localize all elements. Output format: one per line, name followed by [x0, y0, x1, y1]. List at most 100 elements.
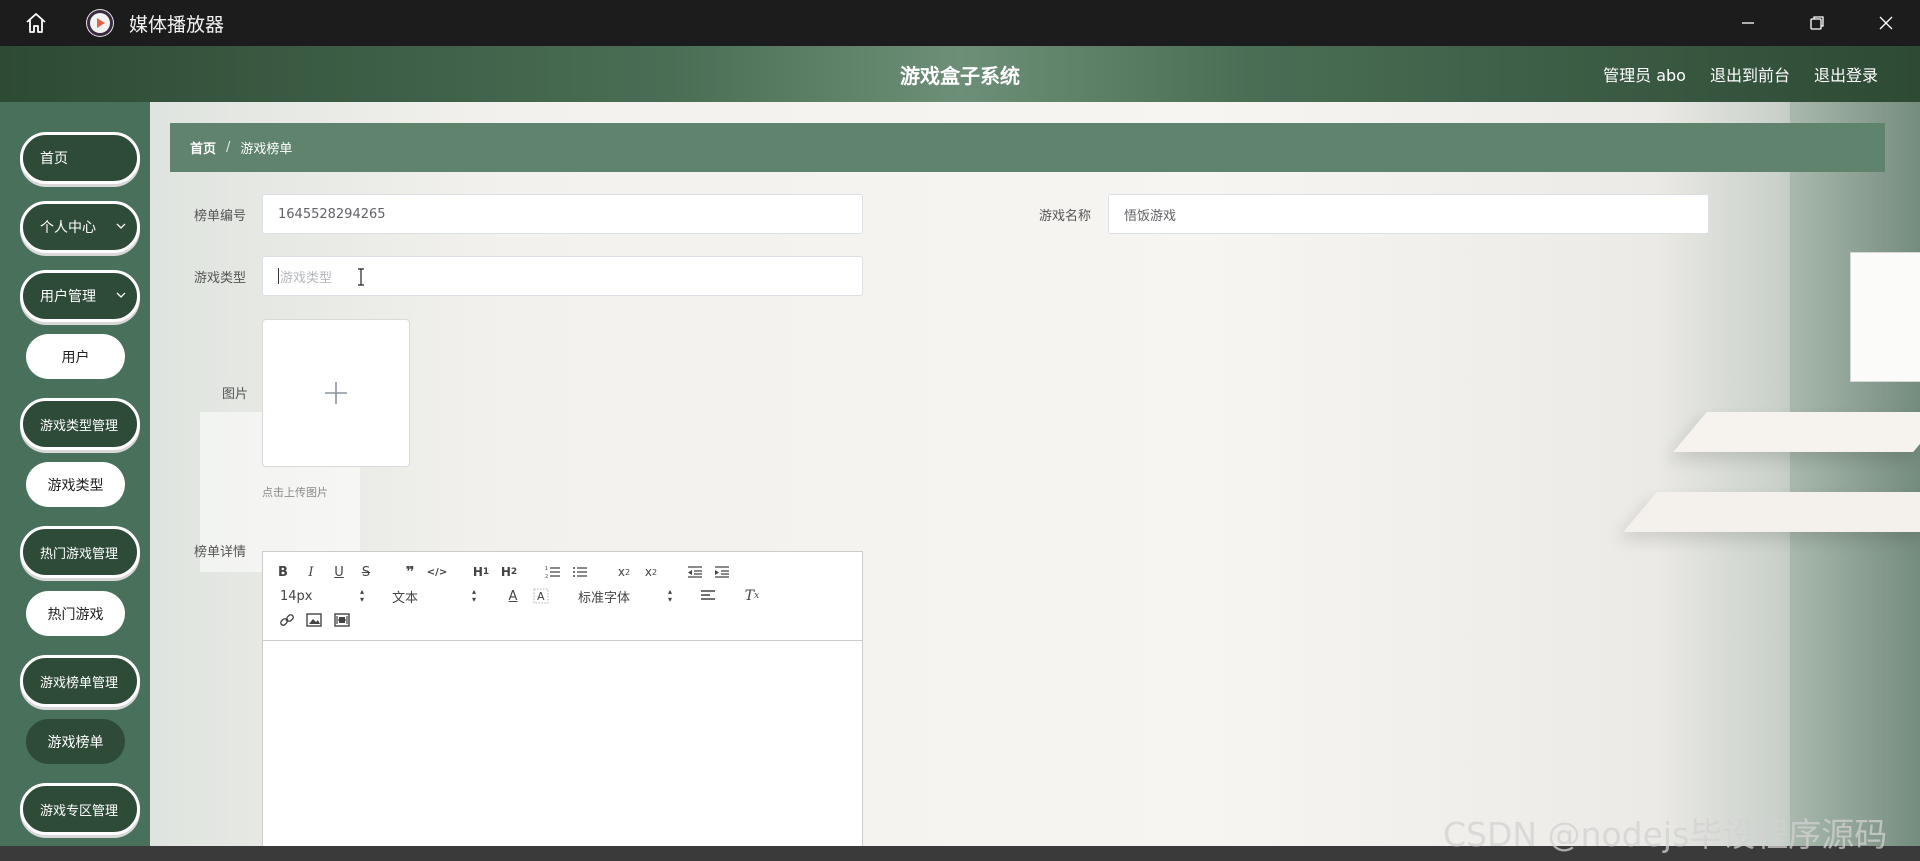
game-type-label: 游戏类型 — [194, 271, 247, 286]
rich-text-editor: B I U S ❞ </> H1 H2 12 x2 x2 14px ▴ ▾ 文本… — [262, 551, 863, 846]
clear-format-button[interactable]: Tx — [742, 586, 762, 606]
font-color-button[interactable]: A — [503, 586, 523, 606]
watermark: CSDN @nodejs毕设程序源码 — [1443, 815, 1888, 854]
home-icon[interactable] — [18, 0, 54, 46]
sidebar-subitem-label: 用户 — [61, 349, 90, 366]
image-label: 图片 — [222, 387, 249, 402]
align-icon[interactable] — [698, 586, 718, 606]
background-decoration — [1790, 102, 1920, 846]
window-titlebar: 媒体播放器 — [0, 0, 1920, 46]
link-icon[interactable] — [277, 610, 297, 630]
breadcrumb-separator: / — [226, 140, 231, 155]
breadcrumb-current: 游戏榜单 — [240, 142, 293, 157]
bold-button[interactable]: B — [273, 562, 293, 582]
text-caret — [278, 268, 279, 284]
h2-button[interactable]: H2 — [499, 562, 519, 582]
font-family-select[interactable]: 标准字体 ▴ ▾ — [578, 586, 672, 606]
upload-hint: 点击上传图片 — [262, 486, 328, 499]
game-name-value: 悟饭游戏 — [1124, 208, 1177, 224]
italic-button[interactable]: I — [301, 562, 321, 582]
sidebar-item-label: 首页 — [40, 151, 68, 167]
svg-text:A: A — [537, 590, 545, 603]
header-select-value: 文本 — [392, 590, 419, 606]
media-player-icon — [86, 9, 114, 37]
svg-text:2: 2 — [545, 574, 548, 579]
underline-button[interactable]: U — [329, 562, 349, 582]
font-family-value: 标准字体 — [578, 590, 631, 606]
select-arrows-icon: ▴ ▾ — [471, 587, 476, 604]
sidebar-item-label: 个人中心 — [40, 220, 96, 236]
video-icon[interactable] — [332, 610, 352, 630]
subscript-button[interactable]: x2 — [614, 562, 634, 582]
plus-icon — [325, 382, 347, 404]
sidebar-item-game-type-management[interactable]: 游戏类型管理 — [20, 398, 140, 450]
chevron-down-icon — [116, 223, 126, 229]
sidebar-subitem-users[interactable]: 用户 — [26, 334, 125, 379]
game-type-placeholder: 游戏类型 — [280, 270, 333, 286]
sidebar-item-label: 游戏榜单管理 — [40, 675, 119, 691]
game-name-label: 游戏名称 — [1039, 209, 1092, 224]
sidebar-item-label: 游戏类型管理 — [40, 418, 119, 434]
sidebar-subitem-label: 热门游戏 — [47, 606, 104, 623]
list-no-field[interactable]: 1645528294265 — [262, 194, 863, 234]
sidebar-subitem-hot-games[interactable]: 热门游戏 — [26, 591, 125, 636]
sidebar-item-label: 热门游戏管理 — [40, 546, 119, 562]
admin-label: 管理员 abo — [1603, 66, 1686, 85]
main-content: 首页 / 游戏榜单 榜单编号 1645528294265 游戏名称 悟饭游戏 游… — [150, 102, 1920, 846]
strike-button[interactable]: S — [356, 562, 376, 582]
background-decoration — [1623, 492, 1920, 532]
select-arrows-icon: ▴ ▾ — [359, 587, 364, 604]
font-size-select[interactable]: 14px ▴ ▾ — [280, 586, 364, 606]
game-type-input[interactable]: 游戏类型 — [262, 256, 863, 296]
bullet-list-icon[interactable] — [570, 562, 590, 582]
sidebar-item-label: 游戏专区管理 — [40, 803, 119, 819]
indent-icon[interactable] — [712, 562, 732, 582]
editor-toolbar: B I U S ❞ </> H1 H2 12 x2 x2 14px ▴ ▾ 文本… — [263, 552, 862, 641]
sidebar-item-label: 用户管理 — [40, 289, 96, 305]
minimize-icon[interactable] — [1713, 0, 1782, 46]
svg-text:1: 1 — [545, 566, 548, 572]
image-icon[interactable] — [304, 610, 324, 630]
image-upload-box[interactable] — [262, 319, 410, 467]
ordered-list-icon[interactable]: 12 — [543, 562, 563, 582]
game-name-field[interactable]: 悟饭游戏 — [1108, 194, 1709, 234]
sidebar-item-home[interactable]: 首页 — [20, 132, 140, 184]
sidebar-item-game-list-management[interactable]: 游戏榜单管理 — [20, 655, 140, 707]
back-to-frontend-link[interactable]: 退出到前台 — [1710, 62, 1790, 86]
background-decoration — [1850, 252, 1920, 382]
superscript-button[interactable]: x2 — [641, 562, 661, 582]
list-no-label: 榜单编号 — [194, 209, 247, 224]
detail-label: 榜单详情 — [194, 545, 247, 560]
h1-button[interactable]: H1 — [471, 562, 491, 582]
list-no-value: 1645528294265 — [278, 206, 386, 222]
font-size-value: 14px — [280, 588, 313, 604]
logout-link[interactable]: 退出登录 — [1814, 62, 1878, 86]
text-cursor-icon — [358, 268, 364, 286]
sidebar: 首页 个人中心 用户管理 用户 游戏类型管理 游戏类型 热门游戏管理 热门游戏 … — [0, 102, 150, 861]
sidebar-subitem-label: 游戏榜单 — [47, 734, 104, 751]
breadcrumb-home[interactable]: 首页 — [190, 138, 216, 157]
sidebar-item-personal-center[interactable]: 个人中心 — [20, 201, 140, 253]
sidebar-item-game-zone-management[interactable]: 游戏专区管理 — [20, 783, 140, 835]
outdent-icon[interactable] — [685, 562, 705, 582]
chevron-down-icon — [116, 292, 126, 298]
background-color-icon[interactable]: A — [531, 586, 551, 606]
header-select[interactable]: 文本 ▴ ▾ — [392, 586, 476, 606]
sidebar-subitem-game-list[interactable]: 游戏榜单 — [26, 719, 125, 764]
code-block-button[interactable]: </> — [427, 562, 447, 582]
breadcrumb: 首页 / 游戏榜单 — [170, 123, 1885, 172]
window-title: 媒体播放器 — [129, 13, 225, 36]
select-arrows-icon: ▴ ▾ — [667, 587, 672, 604]
sidebar-item-user-management[interactable]: 用户管理 — [20, 270, 140, 322]
close-icon[interactable] — [1851, 0, 1920, 46]
header-links: 管理员 abo 退出到前台 退出登录 — [1603, 62, 1878, 86]
editor-content-area[interactable] — [263, 641, 862, 846]
window-controls — [1713, 0, 1920, 46]
restore-icon[interactable] — [1782, 0, 1851, 46]
background-decoration — [1673, 412, 1920, 452]
sidebar-subitem-game-types[interactable]: 游戏类型 — [26, 462, 125, 507]
app-header: 游戏盒子系统 管理员 abo 退出到前台 退出登录 — [0, 46, 1920, 102]
sidebar-subitem-label: 游戏类型 — [47, 477, 104, 494]
sidebar-item-hot-game-management[interactable]: 热门游戏管理 — [20, 526, 140, 578]
blockquote-button[interactable]: ❞ — [400, 562, 420, 582]
